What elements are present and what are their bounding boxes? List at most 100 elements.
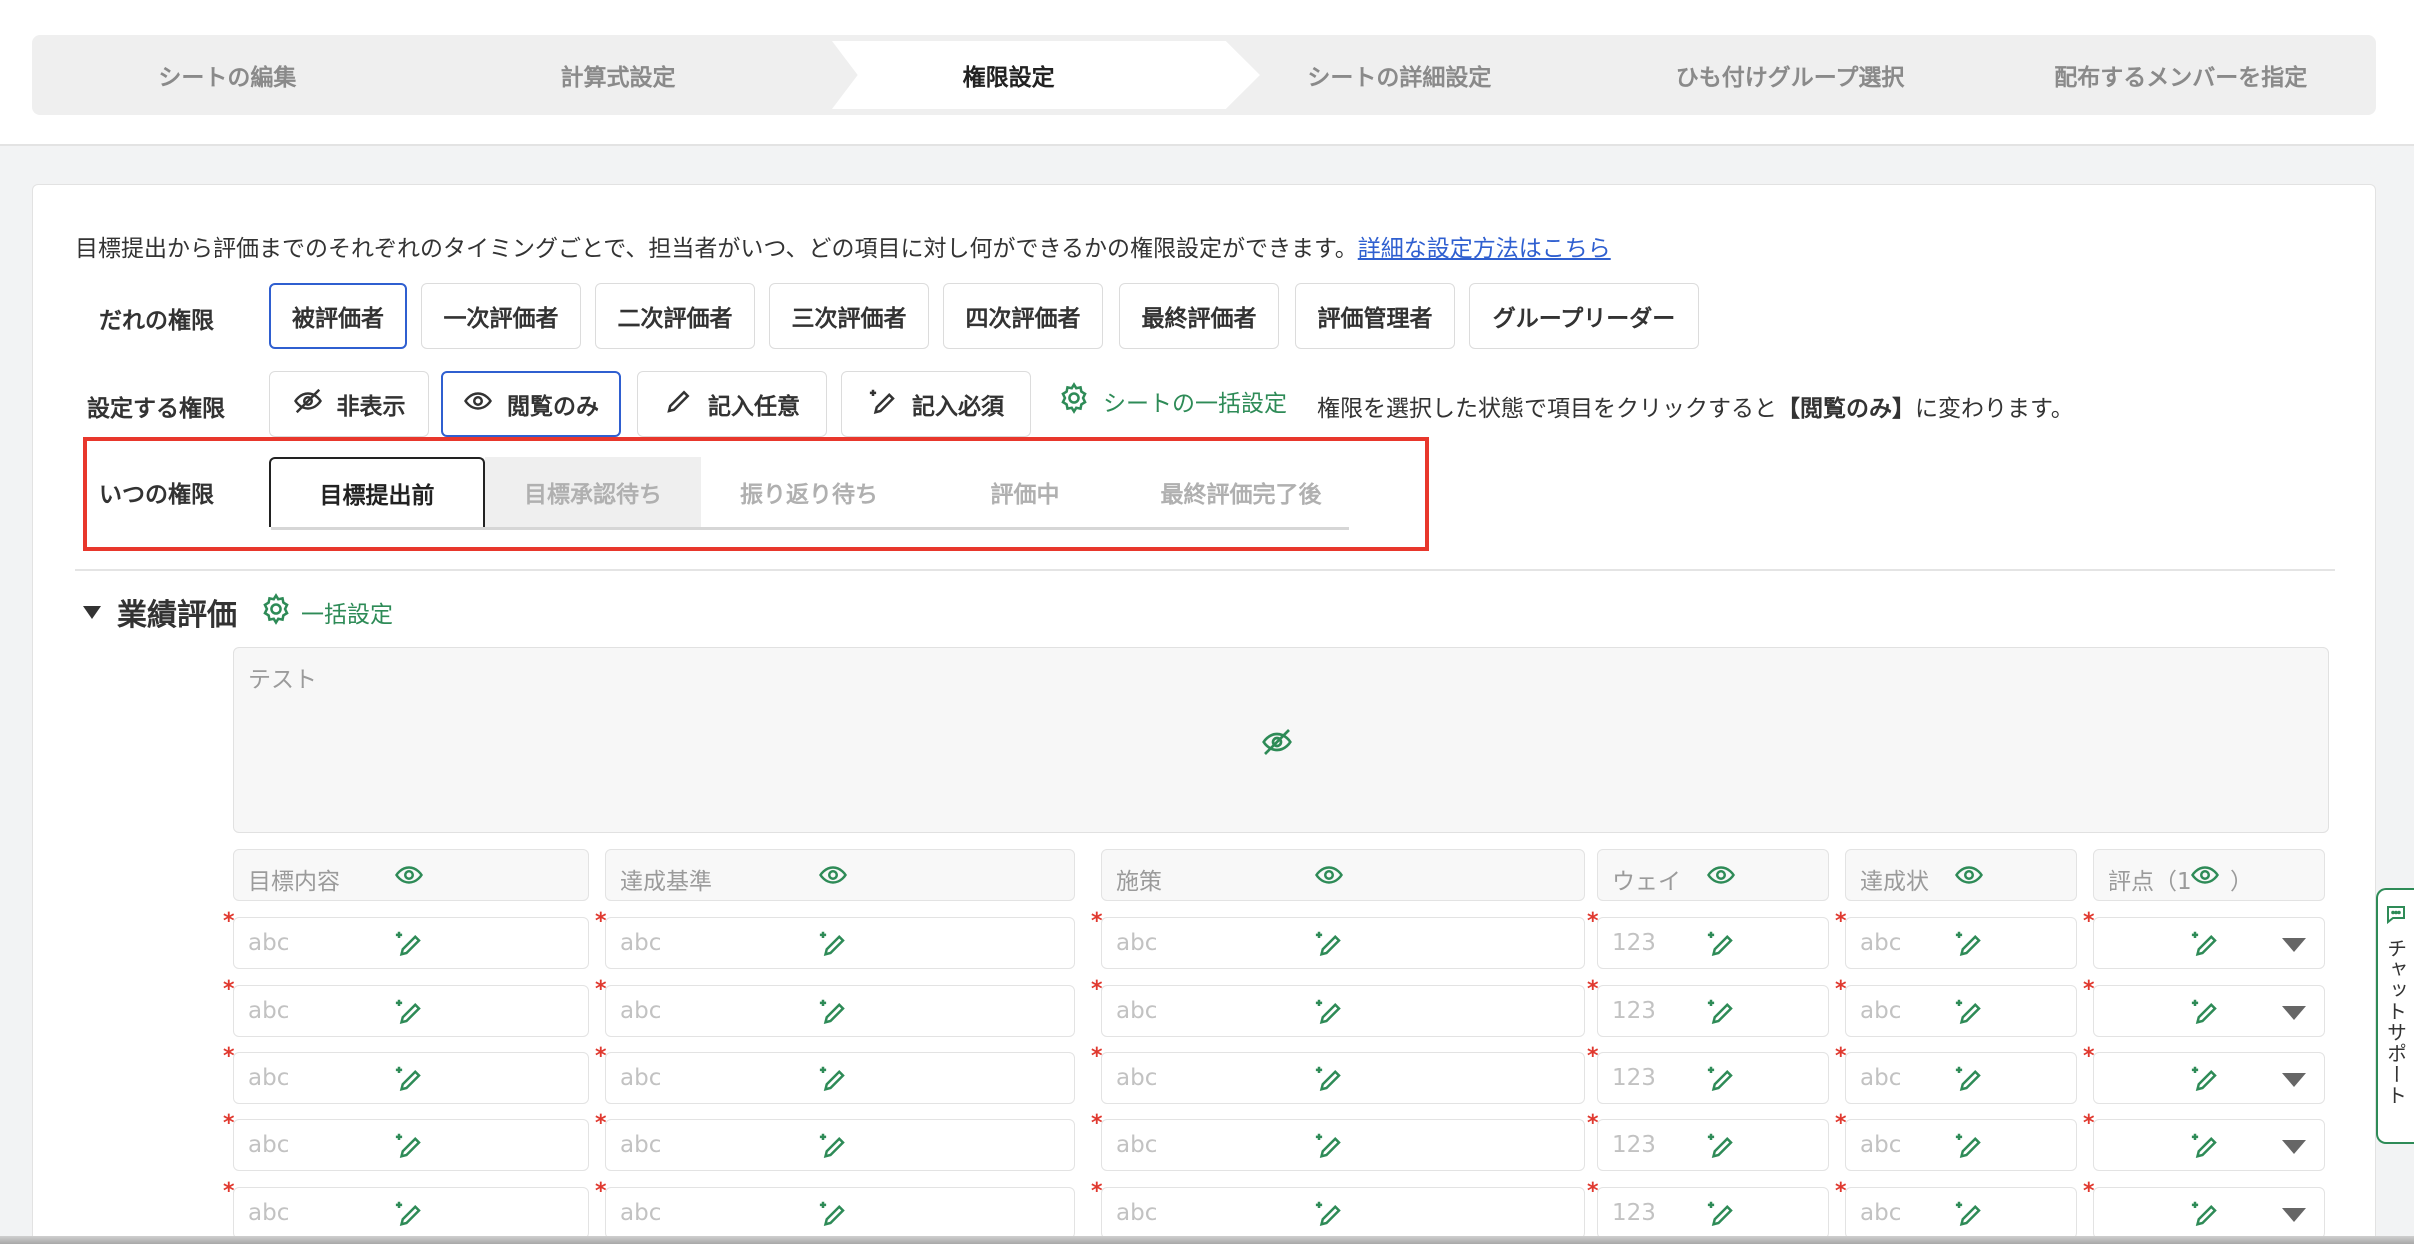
pencil-sparkle-icon[interactable] [1954, 1063, 1984, 1093]
who-option-evaluatee[interactable]: 被評価者 [269, 283, 407, 349]
pencil-sparkle-icon[interactable] [1314, 928, 1344, 958]
pencil-sparkle-icon[interactable] [1314, 1198, 1344, 1228]
dropdown-caret-icon[interactable] [2282, 1006, 2306, 1020]
eye-icon[interactable] [1314, 860, 1344, 890]
pencil-sparkle-icon[interactable] [1314, 1130, 1344, 1160]
pencil-sparkle-icon[interactable] [2190, 996, 2220, 1026]
pencil-sparkle-icon[interactable] [1706, 1198, 1736, 1228]
eye-icon[interactable] [2190, 860, 2220, 890]
grid-cell[interactable] [2093, 1119, 2325, 1171]
step-member-select[interactable]: 配布するメンバーを指定 [1985, 35, 2376, 115]
pencil-sparkle-icon[interactable] [2190, 1130, 2220, 1160]
who-option-first-evaluator[interactable]: 一次評価者 [421, 283, 581, 349]
test-text-field[interactable]: テスト [233, 647, 2329, 833]
grid-cell[interactable]: abc [1845, 1187, 2077, 1239]
grid-cell[interactable]: 123 [1597, 985, 1829, 1037]
sheet-bulk-setting-link[interactable]: シートの一括設定 [1057, 382, 1287, 419]
step-sheet-edit[interactable]: シートの編集 [32, 35, 423, 115]
grid-cell[interactable] [2093, 985, 2325, 1037]
grid-cell[interactable]: abc [1101, 1187, 1585, 1239]
grid-cell[interactable]: 123 [1597, 1119, 1829, 1171]
column-header[interactable]: 施策 [1101, 849, 1585, 901]
grid-cell[interactable]: abc [233, 985, 589, 1037]
pencil-sparkle-icon[interactable] [2190, 928, 2220, 958]
pencil-sparkle-icon[interactable] [2190, 1198, 2220, 1228]
pencil-sparkle-icon[interactable] [1954, 996, 1984, 1026]
column-header[interactable]: 評点（1 ） [2093, 849, 2325, 901]
tab-before-goal-submit[interactable]: 目標提出前 [269, 457, 485, 527]
grid-cell[interactable]: abc [1845, 1052, 2077, 1104]
pencil-sparkle-icon[interactable] [1954, 1198, 1984, 1228]
pencil-sparkle-icon[interactable] [394, 1063, 424, 1093]
step-sheet-details[interactable]: シートの詳細設定 [1204, 35, 1595, 115]
dropdown-caret-icon[interactable] [2282, 938, 2306, 952]
pencil-sparkle-icon[interactable] [394, 1198, 424, 1228]
pencil-sparkle-icon[interactable] [818, 996, 848, 1026]
section-bulk-setting-link[interactable]: 一括設定 [259, 592, 393, 632]
perm-option-view-only[interactable]: 閲覧のみ [441, 371, 621, 437]
tab-awaiting-review[interactable]: 振り返り待ち [701, 457, 917, 527]
pencil-sparkle-icon[interactable] [818, 1198, 848, 1228]
grid-cell[interactable]: 123 [1597, 917, 1829, 969]
grid-cell[interactable] [2093, 1187, 2325, 1239]
who-option-group-leader[interactable]: グループリーダー [1469, 283, 1699, 349]
dropdown-caret-icon[interactable] [2282, 1073, 2306, 1087]
pencil-sparkle-icon[interactable] [1706, 928, 1736, 958]
grid-cell[interactable]: abc [233, 1052, 589, 1104]
grid-cell[interactable] [2093, 917, 2325, 969]
grid-cell[interactable]: abc [233, 917, 589, 969]
who-option-third-evaluator[interactable]: 三次評価者 [769, 283, 929, 349]
grid-cell[interactable]: 123 [1597, 1052, 1829, 1104]
pencil-sparkle-icon[interactable] [2190, 1063, 2220, 1093]
grid-cell[interactable]: 123 [1597, 1187, 1829, 1239]
pencil-sparkle-icon[interactable] [1954, 928, 1984, 958]
perm-option-optional-input[interactable]: 記入任意 [637, 371, 827, 437]
perm-option-required-input[interactable]: 記入必須 [841, 371, 1031, 437]
grid-cell[interactable]: abc [1845, 917, 2077, 969]
pencil-sparkle-icon[interactable] [394, 928, 424, 958]
dropdown-caret-icon[interactable] [2282, 1208, 2306, 1222]
pencil-sparkle-icon[interactable] [394, 1130, 424, 1160]
step-formula[interactable]: 計算式設定 [423, 35, 814, 115]
tab-evaluating[interactable]: 評価中 [917, 457, 1133, 527]
column-header[interactable]: 達成状 [1845, 849, 2077, 901]
grid-cell[interactable]: abc [1845, 985, 2077, 1037]
pencil-sparkle-icon[interactable] [818, 1063, 848, 1093]
pencil-sparkle-icon[interactable] [818, 928, 848, 958]
grid-cell[interactable]: abc [1101, 985, 1585, 1037]
pencil-sparkle-icon[interactable] [1706, 996, 1736, 1026]
grid-cell[interactable]: abc [605, 1119, 1075, 1171]
grid-cell[interactable]: abc [605, 1187, 1075, 1239]
column-header[interactable]: 目標内容 [233, 849, 589, 901]
dropdown-caret-icon[interactable] [2282, 1140, 2306, 1154]
grid-cell[interactable]: abc [605, 917, 1075, 969]
column-header[interactable]: 達成基準 [605, 849, 1075, 901]
perm-option-hidden[interactable]: 非表示 [269, 371, 429, 437]
collapse-triangle-icon[interactable] [83, 605, 101, 619]
eye-icon[interactable] [1954, 860, 1984, 890]
tab-awaiting-goal-approval[interactable]: 目標承認待ち [485, 457, 701, 527]
step-group-select[interactable]: ひも付けグループ選択 [1595, 35, 1986, 115]
grid-cell[interactable]: abc [605, 1052, 1075, 1104]
who-option-fourth-evaluator[interactable]: 四次評価者 [943, 283, 1103, 349]
grid-cell[interactable]: abc [233, 1119, 589, 1171]
chat-support-tab[interactable]: チャットサポート [2376, 888, 2414, 1144]
pencil-sparkle-icon[interactable] [394, 996, 424, 1026]
grid-cell[interactable]: abc [1101, 1052, 1585, 1104]
grid-cell[interactable]: abc [1845, 1119, 2077, 1171]
detail-help-link[interactable]: 詳細な設定方法はこちら [1358, 236, 1611, 262]
grid-cell[interactable] [2093, 1052, 2325, 1104]
eye-icon[interactable] [1706, 860, 1736, 890]
grid-cell[interactable]: abc [1101, 1119, 1585, 1171]
column-header[interactable]: ウェイ [1597, 849, 1829, 901]
step-permissions[interactable]: 権限設定 [813, 35, 1204, 115]
eye-icon[interactable] [394, 860, 424, 890]
pencil-sparkle-icon[interactable] [1954, 1130, 1984, 1160]
grid-cell[interactable]: abc [605, 985, 1075, 1037]
grid-cell[interactable]: abc [233, 1187, 589, 1239]
who-option-final-evaluator[interactable]: 最終評価者 [1119, 283, 1279, 349]
pencil-sparkle-icon[interactable] [1314, 1063, 1344, 1093]
grid-cell[interactable]: abc [1101, 917, 1585, 969]
who-option-second-evaluator[interactable]: 二次評価者 [595, 283, 755, 349]
pencil-sparkle-icon[interactable] [1706, 1130, 1736, 1160]
